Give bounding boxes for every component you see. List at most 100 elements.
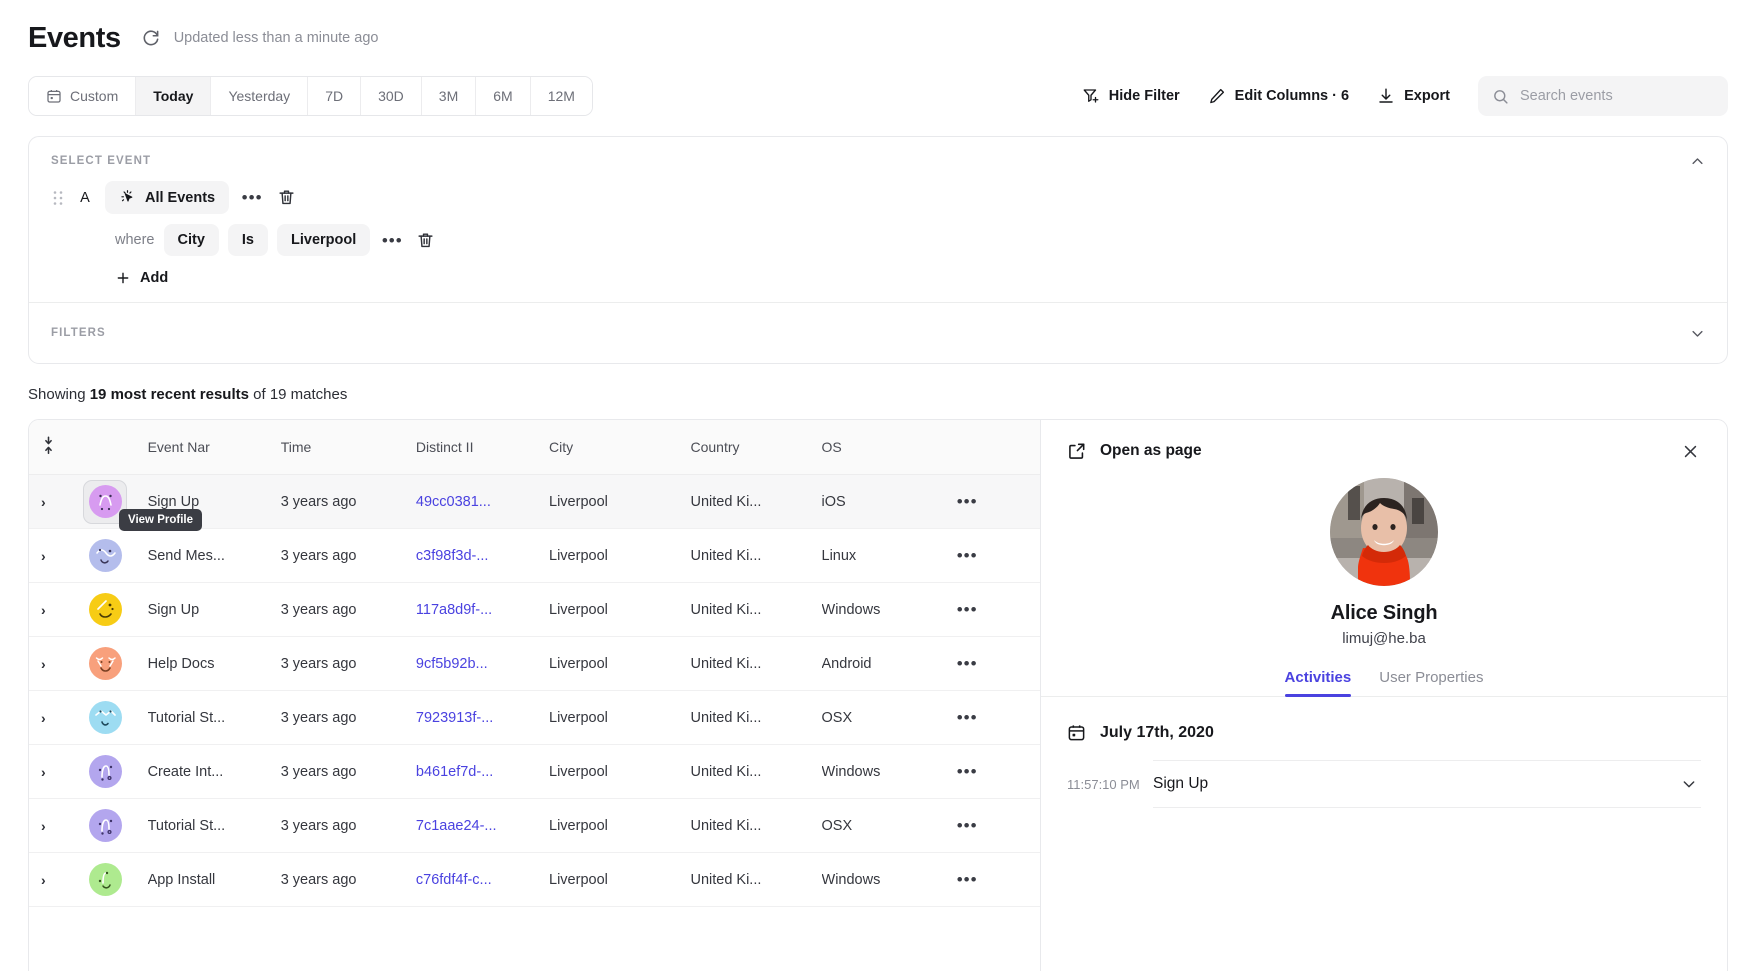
- sort-column-header[interactable]: [29, 420, 83, 475]
- column-header-os[interactable]: OS: [822, 420, 957, 475]
- avatar[interactable]: [83, 750, 127, 794]
- cell-distinct-id[interactable]: b461ef7d-...: [416, 745, 549, 799]
- edit-columns-button[interactable]: Edit Columns · 6: [1194, 76, 1363, 116]
- cell-row-actions[interactable]: •••: [957, 529, 1040, 583]
- condition-trash-icon[interactable]: [414, 229, 436, 251]
- search-events-box[interactable]: [1478, 76, 1728, 116]
- tab-user-properties[interactable]: User Properties: [1379, 669, 1483, 696]
- avatar[interactable]: [83, 858, 127, 902]
- cell-distinct-id[interactable]: 7923913f-...: [416, 691, 549, 745]
- table-row[interactable]: ›Send Mes...3 years agoc3f98f3d-...Liver…: [29, 529, 1040, 583]
- range-custom[interactable]: Custom: [29, 77, 136, 115]
- event-more-icon[interactable]: •••: [239, 185, 265, 211]
- range-12m[interactable]: 12M: [531, 77, 592, 115]
- ellipsis-icon[interactable]: •••: [957, 816, 978, 835]
- table-row[interactable]: ›App Install3 years agoc76fdf4f-c...Live…: [29, 853, 1040, 907]
- avatar[interactable]: [83, 804, 127, 848]
- chevron-down-icon[interactable]: [1681, 776, 1697, 792]
- cell-distinct-id[interactable]: 117a8d9f-...: [416, 583, 549, 637]
- row-expand-cell[interactable]: ›: [29, 637, 83, 691]
- range-today[interactable]: Today: [136, 77, 211, 115]
- ellipsis-icon[interactable]: •••: [957, 762, 978, 781]
- condition-more-icon[interactable]: •••: [379, 227, 405, 253]
- chevron-right-icon[interactable]: ›: [29, 602, 83, 618]
- chevron-right-icon[interactable]: ›: [29, 494, 83, 510]
- tab-activities[interactable]: Activities: [1285, 669, 1352, 696]
- table-row[interactable]: ›Sign Up3 years ago117a8d9f-...Liverpool…: [29, 583, 1040, 637]
- hide-filter-button[interactable]: Hide Filter: [1068, 76, 1194, 116]
- cell-distinct-id[interactable]: 49cc0381...: [416, 475, 549, 529]
- row-expand-cell[interactable]: ›: [29, 745, 83, 799]
- row-avatar-cell[interactable]: [83, 529, 147, 583]
- chevron-right-icon[interactable]: ›: [29, 548, 83, 564]
- row-avatar-cell[interactable]: [83, 637, 147, 691]
- column-header-event-name[interactable]: Event Nar: [148, 420, 281, 475]
- row-expand-cell[interactable]: ›: [29, 799, 83, 853]
- chevron-right-icon[interactable]: ›: [29, 818, 83, 834]
- all-events-pill[interactable]: All Events: [105, 181, 229, 214]
- range-yesterday[interactable]: Yesterday: [211, 77, 308, 115]
- column-header-city[interactable]: City: [549, 420, 690, 475]
- close-icon[interactable]: [1679, 440, 1701, 462]
- chevron-right-icon[interactable]: ›: [29, 872, 83, 888]
- refresh-icon[interactable]: [141, 29, 160, 48]
- chevron-right-icon[interactable]: ›: [29, 656, 83, 672]
- cell-row-actions[interactable]: •••: [957, 799, 1040, 853]
- table-row[interactable]: ›Help Docs3 years ago9cf5b92b...Liverpoo…: [29, 637, 1040, 691]
- cell-distinct-id[interactable]: c3f98f3d-...: [416, 529, 549, 583]
- ellipsis-icon[interactable]: •••: [957, 870, 978, 889]
- event-trash-icon[interactable]: [275, 187, 297, 209]
- search-input[interactable]: [1520, 88, 1714, 104]
- row-expand-cell[interactable]: ›: [29, 853, 83, 907]
- cell-row-actions[interactable]: •••: [957, 583, 1040, 637]
- range-3m[interactable]: 3M: [422, 77, 476, 115]
- range-7d[interactable]: 7D: [308, 77, 361, 115]
- cell-distinct-id[interactable]: c76fdf4f-c...: [416, 853, 549, 907]
- range-6m[interactable]: 6M: [476, 77, 530, 115]
- row-avatar-cell[interactable]: [83, 853, 147, 907]
- column-header-country[interactable]: Country: [690, 420, 821, 475]
- table-row[interactable]: ›Tutorial St...3 years ago7c1aae24-...Li…: [29, 799, 1040, 853]
- row-expand-cell[interactable]: ›: [29, 529, 83, 583]
- condition-property-pill[interactable]: City: [164, 224, 219, 256]
- range-30d[interactable]: 30D: [361, 77, 422, 115]
- chevron-down-icon[interactable]: [1689, 325, 1705, 341]
- row-avatar-cell[interactable]: [83, 583, 147, 637]
- row-avatar-cell[interactable]: [83, 691, 147, 745]
- cell-row-actions[interactable]: •••: [957, 691, 1040, 745]
- chevron-right-icon[interactable]: ›: [29, 764, 83, 780]
- chevron-right-icon[interactable]: ›: [29, 710, 83, 726]
- ellipsis-icon[interactable]: •••: [957, 654, 978, 673]
- table-row[interactable]: ›Tutorial St...3 years ago7923913f-...Li…: [29, 691, 1040, 745]
- ellipsis-icon[interactable]: •••: [957, 600, 978, 619]
- avatar[interactable]: [83, 534, 127, 578]
- table-row[interactable]: ›Create Int...3 years agob461ef7d-...Liv…: [29, 745, 1040, 799]
- activity-item[interactable]: 11:57:10 PM Sign Up: [1067, 760, 1701, 808]
- cell-row-actions[interactable]: •••: [957, 745, 1040, 799]
- cell-row-actions[interactable]: •••: [957, 475, 1040, 529]
- row-expand-cell[interactable]: ›: [29, 583, 83, 637]
- column-header-distinct-id[interactable]: Distinct II: [416, 420, 549, 475]
- cell-distinct-id[interactable]: 7c1aae24-...: [416, 799, 549, 853]
- cell-row-actions[interactable]: •••: [957, 853, 1040, 907]
- cell-row-actions[interactable]: •••: [957, 637, 1040, 691]
- drag-handle-icon[interactable]: [51, 189, 65, 207]
- row-avatar-cell[interactable]: [83, 799, 147, 853]
- add-button[interactable]: Add: [115, 270, 168, 286]
- condition-value-pill[interactable]: Liverpool: [277, 224, 370, 256]
- avatar[interactable]: [83, 588, 127, 632]
- ellipsis-icon[interactable]: •••: [957, 492, 978, 511]
- chevron-up-icon[interactable]: [1689, 153, 1705, 169]
- ellipsis-icon[interactable]: •••: [957, 546, 978, 565]
- open-as-page-button[interactable]: Open as page: [1067, 441, 1202, 461]
- row-avatar-cell[interactable]: [83, 745, 147, 799]
- export-button[interactable]: Export: [1363, 76, 1464, 116]
- cell-distinct-id[interactable]: 9cf5b92b...: [416, 637, 549, 691]
- row-expand-cell[interactable]: ›: [29, 691, 83, 745]
- avatar[interactable]: [83, 696, 127, 740]
- filters-section-header[interactable]: FILTERS: [29, 303, 1727, 363]
- row-expand-cell[interactable]: ›: [29, 475, 83, 529]
- avatar[interactable]: [83, 642, 127, 686]
- ellipsis-icon[interactable]: •••: [957, 708, 978, 727]
- condition-operator-pill[interactable]: Is: [228, 224, 268, 256]
